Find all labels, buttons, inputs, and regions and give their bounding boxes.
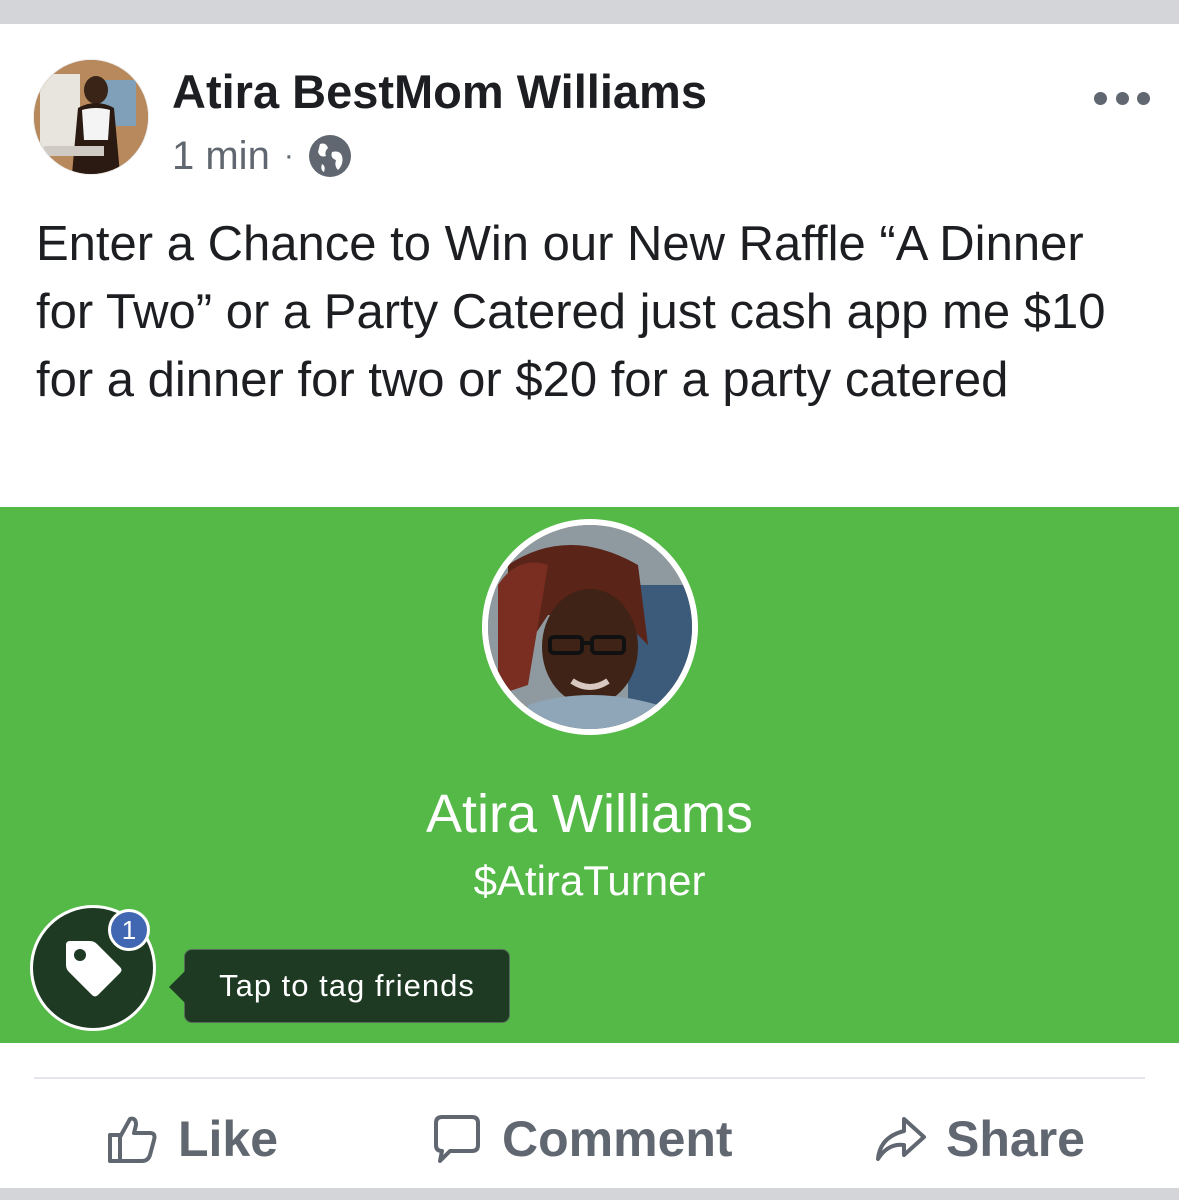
tag-friends-tooltip[interactable]: Tap to tag friends [169,949,510,1023]
feed-separator-top [0,0,1179,24]
author-name[interactable]: Atira BestMom Williams [172,64,707,119]
more-dot [1115,91,1129,105]
tag-count-badge: 1 [108,909,150,951]
cashapp-profile-photo [482,519,698,735]
share-button[interactable]: Share [872,1104,1085,1174]
actions-divider [34,1077,1145,1079]
meta-separator: · [283,139,294,172]
cashapp-cashtag: $AtiraTurner [473,857,706,904]
author-avatar[interactable] [34,60,148,174]
more-dot [1094,91,1107,105]
like-button[interactable]: Like [104,1104,278,1174]
comment-button[interactable]: Comment [428,1104,733,1174]
feed-post: Atira BestMom Williams 1 min · Enter a C… [0,24,1179,1188]
comment-label: Comment [502,1111,733,1167]
post-meta: 1 min · [172,132,354,180]
more-options-icon[interactable] [1094,86,1150,110]
profile-photo-image [488,525,692,729]
comment-bubble-icon [434,1115,480,1163]
post-actions: Like Comment Share [0,1104,1179,1174]
more-dot [1137,91,1150,105]
like-label: Like [178,1111,279,1167]
globe-icon[interactable] [306,132,354,180]
attached-image[interactable]: Atira Williams $AtiraTurner 1 Tap to tag… [0,507,1179,1043]
cashapp-display-name: Atira Williams [425,784,753,844]
post-timestamp[interactable]: 1 min [172,134,270,179]
post-text: Enter a Chance to Win our New Raffle “A … [36,217,1106,407]
thumbs-up-icon [108,1116,157,1163]
share-arrow-icon [876,1117,926,1161]
avatar-photo [34,60,148,174]
share-label: Share [946,1111,1085,1167]
feed-separator-bottom [0,1188,1179,1200]
